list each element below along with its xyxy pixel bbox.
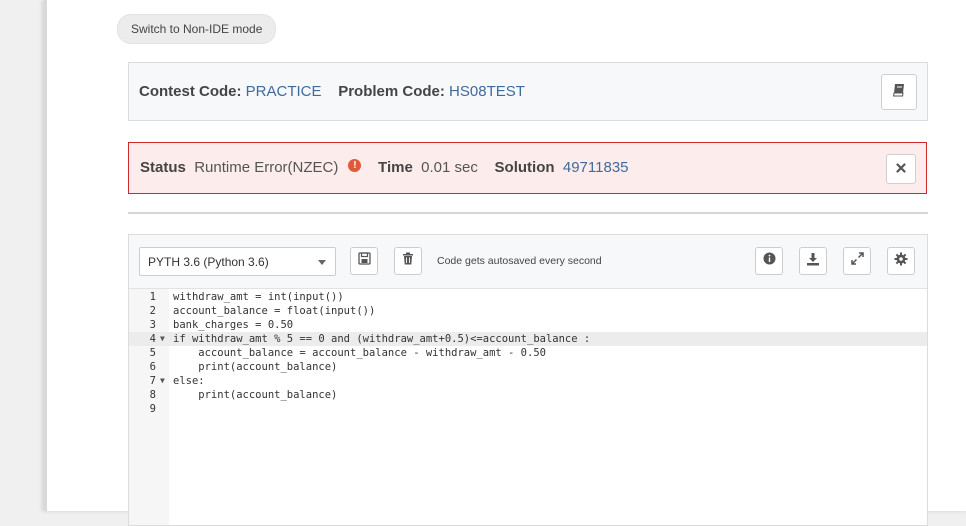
line-number: 4 — [149, 333, 156, 345]
chevron-down-icon — [318, 260, 326, 265]
code-text: bank_charges = 0.50 — [173, 319, 294, 331]
solution-link[interactable]: 49711835 — [563, 143, 629, 193]
info-icon — [763, 252, 776, 270]
solution-label: Solution — [494, 159, 555, 176]
gear-icon — [894, 252, 908, 271]
language-value: PYTH 3.6 (Python 3.6) — [148, 255, 269, 269]
code-line[interactable]: 5 account_balance = account_balance - wi… — [129, 346, 927, 360]
autosave-note: Code gets autosaved every second — [437, 255, 602, 267]
line-number: 2 — [149, 305, 156, 317]
editor-toolbar: PYTH 3.6 (Python 3.6) Code gets autosave… — [129, 235, 927, 289]
line-number: 6 — [149, 361, 156, 373]
download-button[interactable] — [799, 247, 827, 275]
submission-status-panel: Status Runtime Error(NZEC) ! Time 0.01 s… — [128, 142, 927, 194]
code-line[interactable]: 8 print(account_balance) — [129, 388, 927, 402]
fold-toggle-icon[interactable]: ▼ — [160, 374, 165, 388]
error-info-icon[interactable]: ! — [348, 158, 362, 172]
code-line[interactable]: 1 withdraw_amt = int(input()) — [129, 290, 927, 304]
info-button[interactable] — [755, 247, 783, 275]
save-button[interactable] — [350, 247, 378, 275]
code-line[interactable]: 6 print(account_balance) — [129, 360, 927, 374]
line-number: 1 — [149, 291, 156, 303]
language-select[interactable]: PYTH 3.6 (Python 3.6) — [139, 247, 336, 276]
code-text: print(account_balance) — [173, 389, 338, 401]
download-icon — [806, 252, 820, 271]
close-status-button[interactable] — [886, 154, 916, 184]
code-area[interactable]: 1 withdraw_amt = int(input()) 2 account_ba… — [129, 289, 927, 525]
code-lines: 1 withdraw_amt = int(input()) 2 account_ba… — [129, 290, 927, 416]
code-line[interactable]: 7 ▼ else: — [129, 374, 927, 388]
problem-code-label: Problem Code: — [338, 83, 445, 100]
close-icon — [896, 160, 906, 178]
settings-button[interactable] — [887, 247, 915, 275]
code-text: if withdraw_amt % 5 == 0 and (withdraw_a… — [173, 333, 591, 345]
code-line[interactable]: 3 bank_charges = 0.50 — [129, 318, 927, 332]
code-line-active[interactable]: 4 ▼ if withdraw_amt % 5 == 0 and (withdraw… — [129, 332, 927, 346]
switch-mode-button[interactable]: Switch to Non-IDE mode — [117, 14, 277, 44]
status-value: Runtime Error(NZEC) — [194, 159, 339, 176]
code-text: else: — [173, 375, 205, 387]
delete-button[interactable] — [394, 247, 422, 275]
line-number: 9 — [149, 403, 156, 415]
line-number: 7 — [149, 375, 156, 387]
fold-toggle-icon[interactable]: ▼ — [160, 332, 165, 346]
trash-icon — [402, 252, 414, 270]
time-label: Time — [378, 159, 413, 176]
code-line[interactable]: 2 account_balance = float(input()) — [129, 304, 927, 318]
code-text: print(account_balance) — [173, 361, 338, 373]
left-margin — [0, 0, 44, 511]
status-label: Status — [140, 159, 186, 176]
contest-code-link[interactable]: PRACTICE — [246, 83, 322, 100]
code-line[interactable]: 9 — [129, 402, 927, 416]
line-number: 5 — [149, 347, 156, 359]
fullscreen-button[interactable] — [843, 247, 871, 275]
book-icon — [892, 83, 906, 102]
expand-icon — [850, 252, 864, 270]
section-divider — [128, 212, 928, 214]
code-text: account_balance = account_balance - with… — [173, 347, 546, 359]
code-editor: PYTH 3.6 (Python 3.6) Code gets autosave… — [128, 234, 928, 526]
problem-statement-button[interactable] — [881, 74, 917, 110]
line-number: 3 — [149, 319, 156, 331]
problem-info-panel: Contest Code: PRACTICE Problem Code: HS0… — [128, 62, 928, 121]
code-text: withdraw_amt = int(input()) — [173, 291, 344, 303]
problem-code-link[interactable]: HS08TEST — [449, 83, 525, 100]
line-number: 8 — [149, 389, 156, 401]
contest-code-label: Contest Code: — [139, 83, 242, 100]
save-icon — [357, 252, 371, 270]
code-text: account_balance = float(input()) — [173, 305, 376, 317]
time-value: 0.01 sec — [421, 159, 478, 176]
